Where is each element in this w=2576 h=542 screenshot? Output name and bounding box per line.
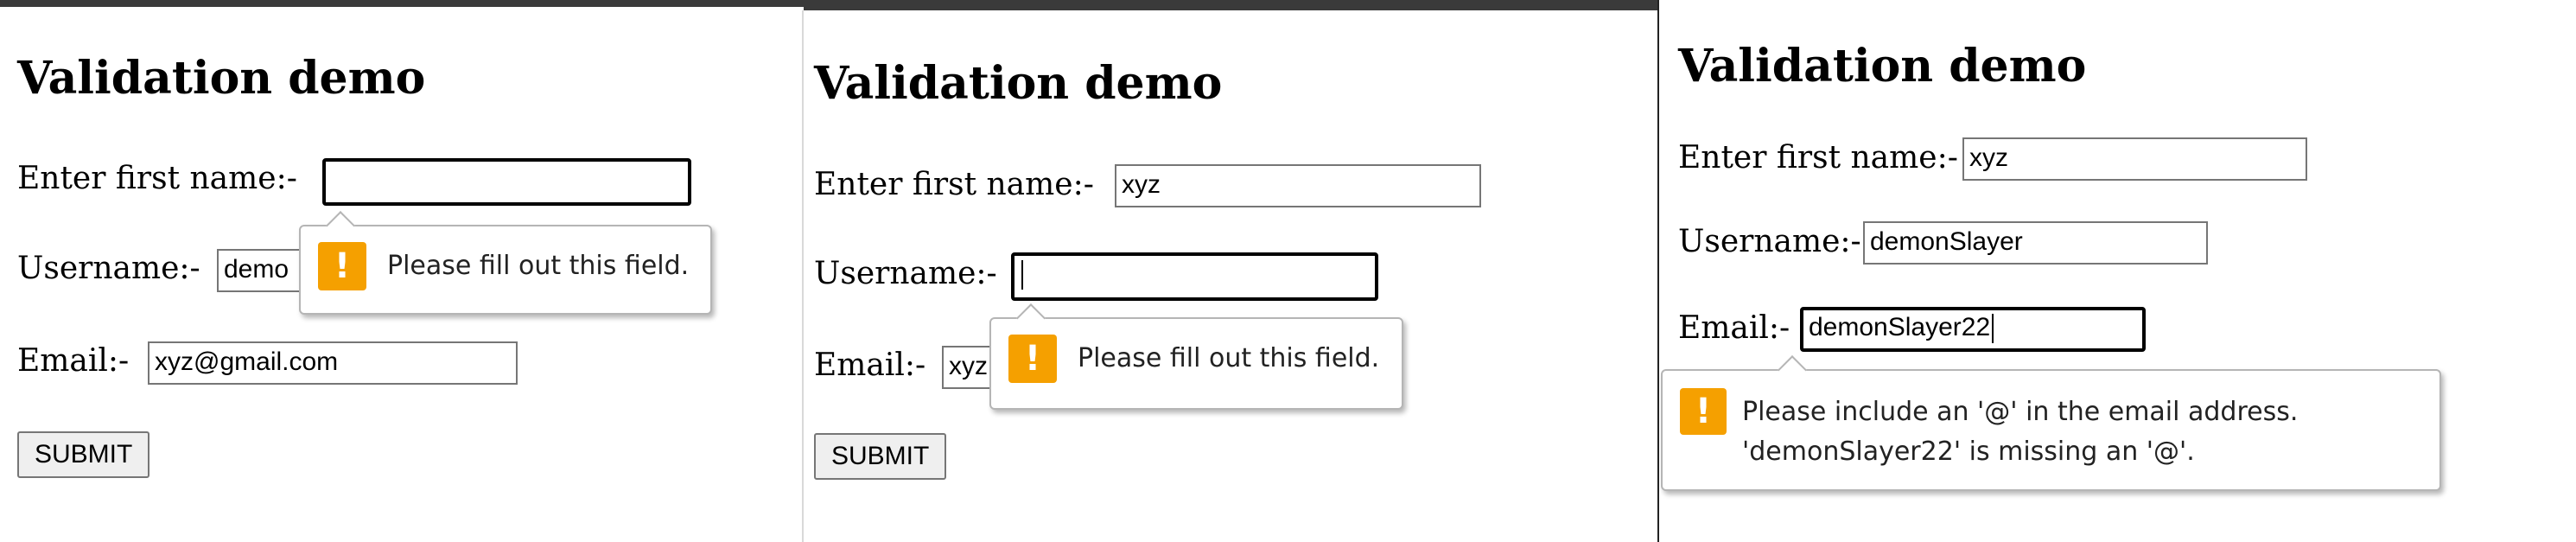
warning-icon: ! (1680, 388, 1727, 435)
submit-button[interactable]: SUBMIT (17, 431, 150, 478)
email-label: Email:- (17, 343, 130, 379)
first-name-input[interactable] (322, 158, 691, 206)
email-label: Email:- (1678, 310, 1790, 346)
username-label: Username:- (17, 251, 200, 286)
window-top-bar (804, 0, 1659, 10)
screenshot-panel-3: Validation demo Enter first name:- xyz U… (1659, 0, 2576, 542)
username-label: Username:- (1678, 224, 1861, 259)
page-title: Validation demo (1678, 40, 2087, 92)
text-caret (1992, 314, 1994, 344)
validation-tooltip: ! Please include an '@' in the email add… (1661, 355, 2441, 491)
email-value: demonSlayer22 (1809, 313, 1991, 341)
username-input[interactable] (1011, 252, 1378, 301)
first-name-label: Enter first name:- (814, 167, 1094, 202)
warning-icon: ! (1008, 335, 1057, 383)
tooltip-arrow (1016, 303, 1046, 333)
username-input[interactable]: demonSlayer (1863, 221, 2208, 265)
screenshot-panel-2: Validation demo Enter first name:- xyz U… (804, 0, 1659, 542)
tooltip-message-line-1: Please include an '@' in the email addre… (1742, 397, 2299, 427)
submit-button[interactable]: SUBMIT (814, 433, 947, 480)
tooltip-message-line-2: 'demonSlayer22' is missing an '@'. (1742, 437, 2195, 467)
first-name-label: Enter first name:- (17, 161, 297, 196)
tooltip-message: Please fill out this field. (387, 251, 690, 281)
page-title: Validation demo (814, 57, 1223, 110)
username-label: Username:- (814, 256, 997, 291)
warning-icon: ! (318, 242, 366, 290)
text-caret (1021, 260, 1023, 290)
email-input[interactable]: xyz@gmail.com (148, 341, 518, 385)
tooltip-arrow (1778, 355, 1807, 385)
tooltip-arrow (326, 211, 355, 240)
window-top-bar (0, 0, 804, 7)
validation-tooltip: ! Please fill out this field. (299, 211, 712, 315)
first-name-label: Enter first name:- (1678, 140, 1958, 175)
screenshot-panel-1: Validation demo Enter first name:- Usern… (0, 0, 804, 542)
email-input[interactable]: demonSlayer22 (1800, 307, 2146, 352)
email-label: Email:- (814, 348, 926, 383)
page-title: Validation demo (17, 52, 426, 105)
username-input[interactable]: demo (217, 249, 303, 292)
first-name-input[interactable]: xyz (1115, 164, 1481, 207)
first-name-input[interactable]: xyz (1962, 137, 2307, 181)
tooltip-message: Please fill out this field. (1078, 343, 1380, 373)
validation-tooltip: ! Please fill out this field. (989, 303, 1403, 410)
